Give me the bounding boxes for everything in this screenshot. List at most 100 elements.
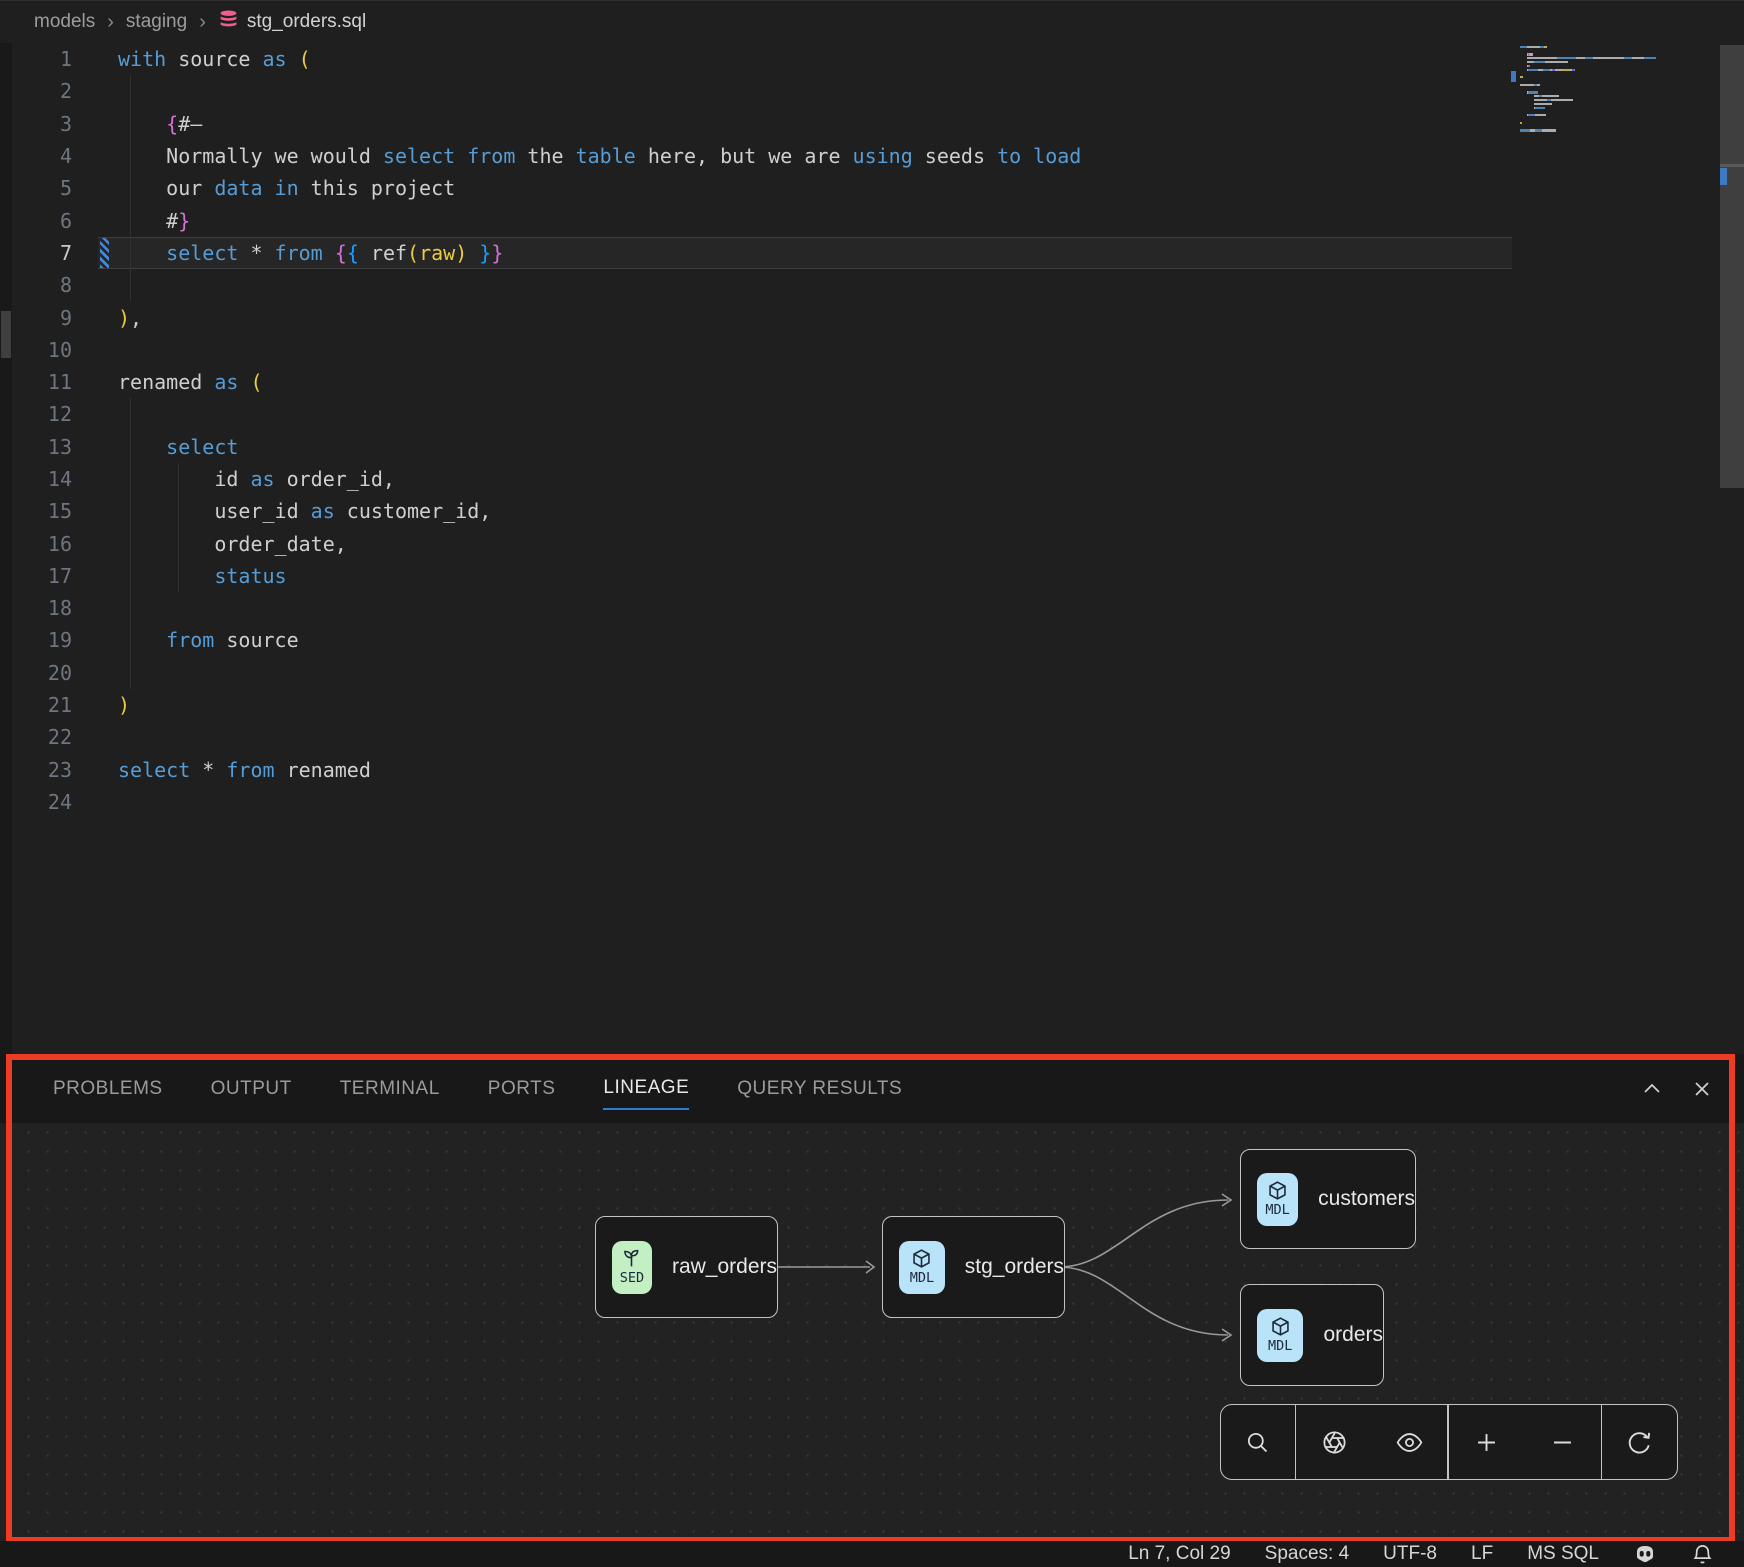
code-line-3[interactable]: 3 {#–	[0, 108, 1744, 140]
badge-label: MDL	[910, 1270, 934, 1286]
refresh-button[interactable]	[1602, 1429, 1677, 1456]
breadcrumb-separator: ›	[107, 11, 114, 34]
close-panel-button[interactable]	[1690, 1077, 1714, 1101]
line-number[interactable]: 3	[0, 112, 98, 136]
code-line-8[interactable]: 8	[0, 269, 1744, 301]
code-text: select * from {{ ref(raw) }}	[98, 241, 503, 265]
code-line-22[interactable]: 22	[0, 721, 1744, 753]
line-number[interactable]: 9	[0, 306, 98, 330]
line-number[interactable]: 22	[0, 725, 98, 749]
cursor-position[interactable]: Ln 7, Col 29	[1128, 1543, 1230, 1565]
breadcrumb-item-staging[interactable]: staging	[126, 11, 187, 33]
visibility-button[interactable]	[1372, 1429, 1447, 1456]
line-number[interactable]: 12	[0, 402, 98, 426]
breadcrumb-item-models[interactable]: models	[34, 11, 95, 33]
line-number[interactable]: 19	[0, 628, 98, 652]
code-line-2[interactable]: 2	[0, 75, 1744, 107]
badge-label: MDL	[1265, 1202, 1289, 1218]
code-text: select * from renamed	[98, 758, 371, 782]
bell-icon	[1691, 1543, 1714, 1566]
code-line-10[interactable]: 10	[0, 334, 1744, 366]
editor-scrollbar[interactable]	[1720, 45, 1744, 488]
node-label: raw_orders	[672, 1255, 777, 1279]
code-text: Normally we would select from the table …	[98, 144, 1081, 168]
line-number[interactable]: 16	[0, 532, 98, 556]
code-line-15[interactable]: 15 user_id as customer_id,	[0, 495, 1744, 527]
code-editor[interactable]: 1with source as (23 {#–4 Normally we wou…	[0, 43, 1744, 1054]
line-number[interactable]: 6	[0, 209, 98, 233]
minimap[interactable]	[1510, 45, 1716, 175]
tab-lineage[interactable]: LINEAGE	[603, 1077, 689, 1110]
overview-ruler-line	[1720, 164, 1744, 167]
line-number[interactable]: 13	[0, 435, 98, 459]
line-number[interactable]: 11	[0, 370, 98, 394]
code-line-18[interactable]: 18	[0, 592, 1744, 624]
lineage-node-customers[interactable]: MDL customers	[1240, 1149, 1416, 1249]
encoding[interactable]: UTF-8	[1383, 1543, 1437, 1565]
line-number[interactable]: 7	[0, 241, 98, 265]
code-line-16[interactable]: 16 order_date,	[0, 527, 1744, 559]
line-number[interactable]: 17	[0, 564, 98, 588]
indentation-setting[interactable]: Spaces: 4	[1265, 1543, 1350, 1565]
line-number[interactable]: 18	[0, 596, 98, 620]
code-line-20[interactable]: 20	[0, 657, 1744, 689]
zoom-out-button[interactable]	[1525, 1429, 1601, 1456]
code-line-23[interactable]: 23select * from renamed	[0, 754, 1744, 786]
tab-ports[interactable]: PORTS	[488, 1078, 556, 1100]
code-line-19[interactable]: 19 from source	[0, 624, 1744, 656]
code-line-6[interactable]: 6 #}	[0, 204, 1744, 236]
notifications-button[interactable]	[1691, 1543, 1714, 1566]
code-line-4[interactable]: 4 Normally we would select from the tabl…	[0, 140, 1744, 172]
code-line-11[interactable]: 11renamed as (	[0, 366, 1744, 398]
maximize-panel-button[interactable]	[1640, 1077, 1664, 1101]
language-mode[interactable]: MS SQL	[1527, 1543, 1599, 1565]
chevron-up-icon	[1640, 1077, 1664, 1101]
line-number[interactable]: 2	[0, 79, 98, 103]
code-line-13[interactable]: 13 select	[0, 431, 1744, 463]
code-line-21[interactable]: 21)	[0, 689, 1744, 721]
zoom-in-button[interactable]	[1449, 1429, 1525, 1456]
lineage-edges	[0, 1123, 1744, 1543]
vscode-window: models › staging › stg_orders.sql 1with …	[0, 0, 1744, 1567]
seedling-icon	[621, 1248, 642, 1269]
line-number[interactable]: 4	[0, 144, 98, 168]
line-number[interactable]: 14	[0, 467, 98, 491]
code-text: {#–	[98, 112, 202, 136]
code-line-17[interactable]: 17 status	[0, 560, 1744, 592]
tab-query-results[interactable]: QUERY RESULTS	[737, 1078, 902, 1100]
aperture-button[interactable]	[1296, 1429, 1371, 1456]
copilot-button[interactable]	[1633, 1542, 1657, 1566]
indent-guide	[130, 657, 131, 689]
code-text: )	[98, 693, 130, 717]
code-line-5[interactable]: 5 our data in this project	[0, 172, 1744, 204]
code-line-14[interactable]: 14 id as order_id,	[0, 463, 1744, 495]
code-line-1[interactable]: 1with source as (	[0, 43, 1744, 75]
line-number[interactable]: 24	[0, 790, 98, 814]
code-text: id as order_id,	[98, 467, 395, 491]
line-number[interactable]: 23	[0, 758, 98, 782]
code-line-7[interactable]: 7 select * from {{ ref(raw) }}	[0, 237, 1744, 269]
eol-setting[interactable]: LF	[1471, 1543, 1493, 1565]
lineage-node-orders[interactable]: MDL orders	[1240, 1284, 1384, 1386]
tab-problems[interactable]: PROBLEMS	[53, 1078, 163, 1100]
line-number[interactable]: 1	[0, 47, 98, 71]
tab-output[interactable]: OUTPUT	[211, 1078, 292, 1100]
line-number[interactable]: 10	[0, 338, 98, 362]
indent-guide	[130, 269, 131, 301]
search-button[interactable]	[1221, 1429, 1295, 1456]
code-line-12[interactable]: 12	[0, 398, 1744, 430]
code-line-9[interactable]: 9),	[0, 301, 1744, 333]
lineage-node-raw-orders[interactable]: SED raw_orders	[595, 1216, 778, 1318]
line-number[interactable]: 21	[0, 693, 98, 717]
line-number[interactable]: 8	[0, 273, 98, 297]
indent-guide	[130, 592, 131, 624]
line-number[interactable]: 15	[0, 499, 98, 523]
code-line-24[interactable]: 24	[0, 786, 1744, 818]
lineage-node-stg-orders[interactable]: MDL stg_orders	[882, 1216, 1065, 1318]
line-number[interactable]: 20	[0, 661, 98, 685]
lineage-canvas[interactable]: SED raw_orders MDL stg_orders	[0, 1123, 1744, 1543]
breadcrumb-file[interactable]: stg_orders.sql	[218, 9, 366, 36]
tab-terminal[interactable]: TERMINAL	[340, 1078, 440, 1100]
line-number[interactable]: 5	[0, 176, 98, 200]
code-text: select	[98, 435, 238, 459]
